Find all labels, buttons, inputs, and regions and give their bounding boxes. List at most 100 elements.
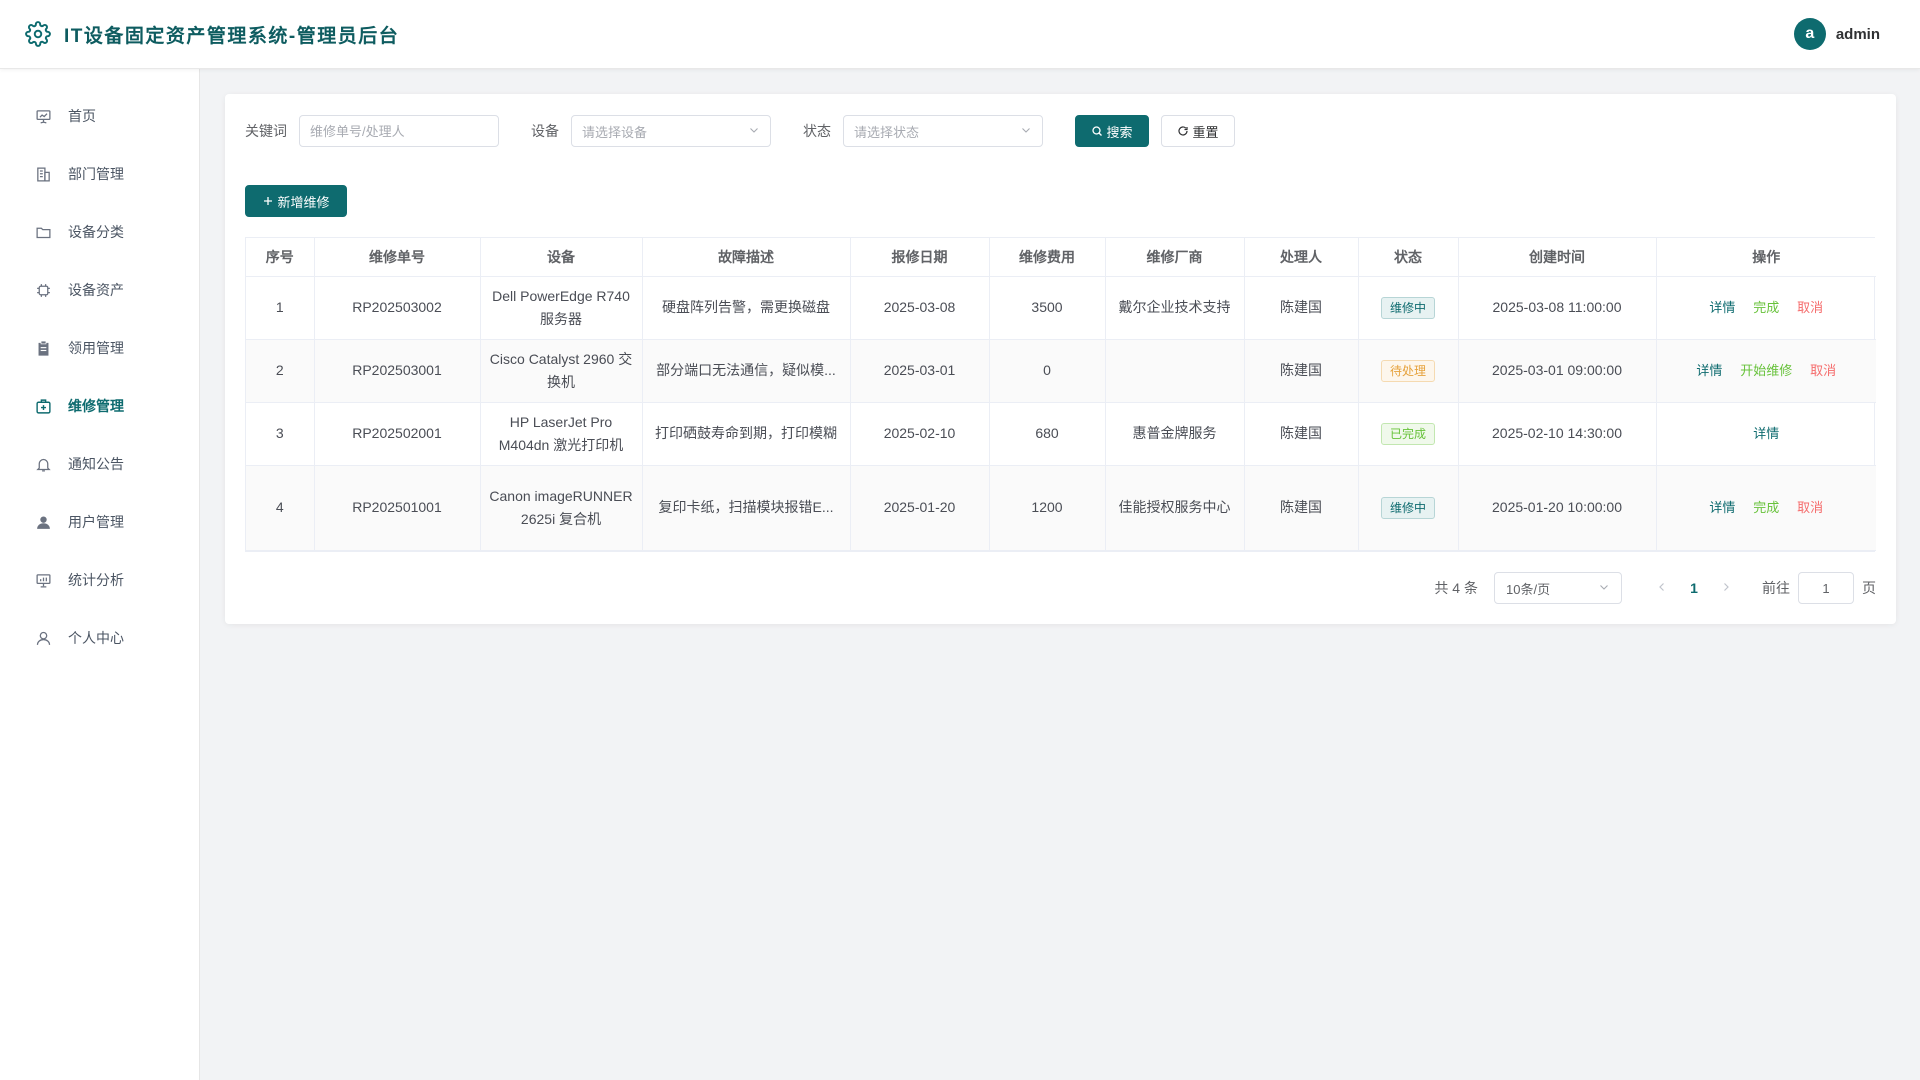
column-header: 维修费用 — [989, 238, 1106, 277]
column-header: 维修单号 — [314, 238, 481, 277]
cell-report-date: 2025-02-10 — [850, 402, 990, 466]
page-number-current[interactable]: 1 — [1678, 572, 1710, 604]
page-size-value: 10条/页 — [1506, 581, 1551, 597]
cell-cost: 0 — [989, 339, 1106, 403]
column-header: 操作 — [1656, 238, 1876, 277]
table-header-row: 序号 维修单号 设备 故障描述 报修日期 维修费用 维修厂商 处理人 状态 创建… — [246, 238, 1876, 277]
column-header: 创建时间 — [1458, 238, 1657, 277]
sidebar-item-label: 部门管理 — [68, 166, 124, 182]
sidebar-item-assets[interactable]: 设备资产 — [0, 261, 199, 319]
cell-handler: 陈建国 — [1244, 402, 1359, 466]
sidebar-item-categories[interactable]: 设备分类 — [0, 203, 199, 261]
cell-handler: 陈建国 — [1244, 276, 1359, 340]
cell-fault: 部分端口无法通信，疑似模... — [642, 339, 851, 403]
sidebar-item-notices[interactable]: 通知公告 — [0, 435, 199, 493]
cell-created-at: 2025-03-08 11:00:00 — [1458, 276, 1657, 340]
keyword-field[interactable] — [299, 115, 499, 147]
avatar[interactable]: a — [1793, 18, 1826, 50]
sidebar-item-home[interactable]: 首页 — [0, 87, 199, 145]
prev-page-button[interactable] — [1646, 572, 1678, 604]
device-select[interactable]: 请选择设备 — [571, 115, 771, 147]
sidebar-item-label: 设备分类 — [68, 224, 124, 240]
detail-link[interactable]: 详情 — [1696, 363, 1722, 378]
cell-cost: 3500 — [989, 276, 1106, 340]
cell-cost: 680 — [989, 402, 1106, 466]
top-header: IT设备固定资产管理系统-管理员后台 a admin — [0, 0, 1920, 69]
cell-report-date: 2025-03-01 — [850, 339, 990, 403]
building-icon — [34, 165, 52, 183]
sidebar-item-label: 个人中心 — [68, 630, 124, 646]
search-button-label: 搜索 — [1106, 124, 1133, 140]
cell-index: 3 — [246, 402, 315, 466]
sidebar-item-statistics[interactable]: 统计分析 — [0, 551, 199, 609]
keyword-label: 关键词 — [245, 123, 287, 139]
cell-actions: 详情 完成 取消 — [1656, 465, 1876, 551]
cell-vendor: 惠普金牌服务 — [1105, 402, 1245, 466]
sidebar-item-borrow[interactable]: 领用管理 — [0, 319, 199, 377]
add-repair-button[interactable]: 新增维修 — [245, 185, 347, 217]
cell-created-at: 2025-03-01 09:00:00 — [1458, 339, 1657, 403]
column-header: 维修厂商 — [1105, 238, 1245, 277]
search-button[interactable]: 搜索 — [1075, 115, 1149, 147]
cancel-link[interactable]: 取消 — [1810, 363, 1836, 378]
reset-button[interactable]: 重置 — [1161, 115, 1235, 147]
sidebar-item-label: 通知公告 — [68, 456, 124, 472]
cell-order-no: RP202502001 — [314, 402, 481, 466]
cell-device: Cisco Catalyst 2960 交换机 — [480, 339, 643, 403]
device-label: 设备 — [531, 123, 559, 139]
cell-index: 2 — [246, 339, 315, 403]
column-header: 序号 — [246, 238, 315, 277]
sidebar-item-departments[interactable]: 部门管理 — [0, 145, 199, 203]
sidebar-item-label: 统计分析 — [68, 572, 124, 588]
status-badge: 已完成 — [1380, 423, 1435, 445]
cell-handler: 陈建国 — [1244, 465, 1359, 551]
sidebar-item-users[interactable]: 用户管理 — [0, 493, 199, 551]
column-header: 状态 — [1358, 238, 1459, 277]
sidebar-item-profile[interactable]: 个人中心 — [0, 609, 199, 667]
cell-index: 1 — [246, 276, 315, 340]
pagination: 共 4 条 10条/页 1 前往 页 — [1434, 572, 1876, 604]
status-label: 状态 — [803, 123, 831, 139]
sidebar-item-label: 首页 — [68, 108, 96, 124]
chip-icon — [34, 281, 52, 299]
cell-status: 已完成 — [1358, 402, 1459, 466]
user-menu[interactable]: a admin — [1793, 18, 1880, 50]
complete-link[interactable]: 完成 — [1753, 500, 1779, 515]
content-card: 关键词 设备 请选择设备 状态 请选择状态 搜索 — [225, 94, 1896, 624]
username[interactable]: admin — [1836, 26, 1880, 43]
page-size-select[interactable]: 10条/页 — [1494, 572, 1622, 604]
reset-button-label: 重置 — [1192, 124, 1219, 140]
cell-status: 待处理 — [1358, 339, 1459, 403]
next-page-button[interactable] — [1710, 572, 1742, 604]
cell-device: HP LaserJet Pro M404dn 激光打印机 — [480, 402, 643, 466]
refresh-icon — [1177, 125, 1189, 137]
chevron-right-icon — [1720, 580, 1732, 596]
sidebar-item-label: 维修管理 — [68, 398, 124, 414]
chevron-down-icon — [748, 124, 760, 139]
detail-link[interactable]: 详情 — [1709, 300, 1735, 315]
keyword-input[interactable] — [310, 123, 488, 139]
chevron-down-icon — [1020, 124, 1032, 139]
add-repair-button-label: 新增维修 — [277, 194, 330, 210]
sidebar: 首页 部门管理 设备分类 设备资产 领用管理 维修管理 通知公告 用户管理 统计… — [0, 69, 200, 1080]
cell-order-no: RP202503001 — [314, 339, 481, 403]
detail-link[interactable]: 详情 — [1709, 500, 1735, 515]
status-badge: 维修中 — [1380, 497, 1435, 519]
cell-status: 维修中 — [1358, 276, 1459, 340]
cancel-link[interactable]: 取消 — [1797, 300, 1823, 315]
status-select[interactable]: 请选择状态 — [843, 115, 1043, 147]
complete-link[interactable]: 完成 — [1753, 300, 1779, 315]
sidebar-item-label: 领用管理 — [68, 340, 124, 356]
sidebar-item-label: 设备资产 — [68, 282, 124, 298]
detail-link[interactable]: 详情 — [1753, 426, 1779, 441]
repair-kit-icon — [34, 397, 52, 415]
sidebar-item-repair[interactable]: 维修管理 — [0, 377, 199, 435]
cell-index: 4 — [246, 465, 315, 551]
gear-icon — [24, 20, 52, 48]
cell-created-at: 2025-02-10 14:30:00 — [1458, 402, 1657, 466]
cell-vendor: 佳能授权服务中心 — [1105, 465, 1245, 551]
cancel-link[interactable]: 取消 — [1797, 500, 1823, 515]
goto-page-input[interactable] — [1798, 572, 1854, 604]
start-repair-link[interactable]: 开始维修 — [1740, 363, 1792, 378]
column-header: 处理人 — [1244, 238, 1359, 277]
